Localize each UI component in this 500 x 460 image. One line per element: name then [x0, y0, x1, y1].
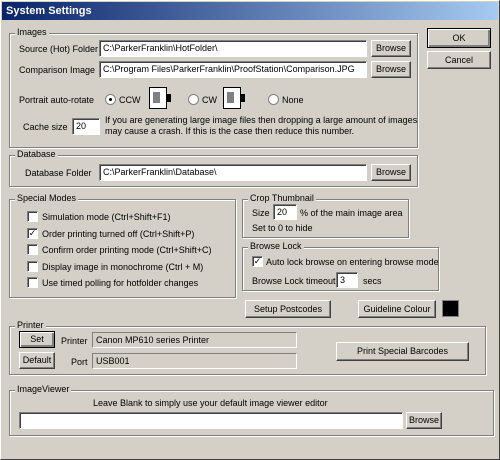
guideline-colour-swatch[interactable]	[442, 300, 459, 317]
order-printing-off-checkbox[interactable]: ✓	[27, 228, 38, 239]
rotate-ccw-label: CCW	[119, 95, 141, 105]
image-viewer-hint: Leave Blank to simply use your default i…	[93, 398, 328, 408]
printer-legend: Printer	[15, 320, 46, 330]
window-title: System Settings	[6, 5, 92, 17]
rotate-ccw-radio[interactable]	[105, 94, 116, 105]
crop-thumbnail-legend: Crop Thumbnail	[248, 193, 316, 203]
special-modes-legend: Special Modes	[15, 193, 79, 203]
system-settings-window: System Settings OK Cancel Images Source …	[0, 0, 500, 460]
database-folder-label: Database Folder	[25, 168, 92, 178]
cache-note-line2: may cause a crash. If this is the case t…	[105, 126, 355, 136]
cache-size-input[interactable]: 20	[72, 118, 100, 135]
browse-lock-timeout-unit: secs	[363, 276, 382, 286]
cache-size-label: Cache size	[23, 122, 68, 132]
simulation-mode-checkbox[interactable]	[27, 211, 38, 222]
auto-lock-checkbox[interactable]: ✓	[252, 256, 263, 267]
database-browse-button[interactable]: Browse	[371, 164, 411, 181]
port-field: USB001	[92, 353, 297, 369]
guideline-colour-button[interactable]: Guideline Colour	[358, 300, 436, 318]
monochrome-checkbox[interactable]	[27, 261, 38, 272]
crop-hint: Set to 0 to hide	[252, 223, 313, 233]
source-folder-input[interactable]: C:\ParkerFranklin\HotFolder\	[99, 40, 367, 57]
browse-lock-legend: Browse Lock	[248, 241, 304, 251]
images-legend: Images	[15, 27, 49, 37]
confirm-order-checkbox[interactable]	[27, 244, 38, 255]
source-folder-label: Source (Hot) Folder	[19, 44, 99, 54]
printer-label: Printer	[61, 336, 88, 346]
database-legend: Database	[15, 149, 58, 159]
title-bar: System Settings	[2, 2, 498, 20]
print-special-barcodes-button[interactable]: Print Special Barcodes	[336, 342, 469, 361]
crop-size-suffix: % of the main image area	[300, 208, 403, 218]
confirm-order-label: Confirm order printing mode (Ctrl+Shift+…	[42, 245, 212, 255]
ok-button[interactable]: OK	[427, 28, 491, 48]
comparison-browse-button[interactable]: Browse	[371, 61, 411, 78]
rotate-none-radio[interactable]	[268, 94, 279, 105]
cancel-button[interactable]: Cancel	[427, 51, 491, 69]
comparison-image-label: Comparison Image	[19, 65, 96, 75]
source-browse-button[interactable]: Browse	[371, 40, 411, 57]
portrait-rotate-label: Portrait auto-rotate	[19, 95, 95, 105]
image-viewer-input[interactable]	[19, 412, 403, 429]
browse-lock-timeout-input[interactable]: 3	[336, 272, 358, 288]
setup-postcodes-button[interactable]: Setup Postcodes	[245, 300, 331, 318]
timed-polling-label: Use timed polling for hotfolder changes	[42, 278, 199, 288]
order-printing-off-label: Order printing turned off (Ctrl+Shift+P)	[42, 229, 195, 239]
simulation-mode-label: Simulation mode (Ctrl+Shift+F1)	[42, 212, 171, 222]
crop-size-input[interactable]: 20	[273, 204, 297, 220]
printer-name-field: Canon MP610 series Printer	[92, 332, 297, 348]
browse-lock-timeout-label: Browse Lock timeout	[252, 276, 336, 286]
database-folder-input[interactable]: C:\ParkerFranklin\Database\	[99, 164, 367, 181]
image-viewer-browse-button[interactable]: Browse	[406, 412, 442, 429]
rotate-ccw-icon	[149, 87, 171, 109]
image-viewer-legend: ImageViewer	[15, 384, 72, 394]
rotate-none-label: None	[282, 95, 304, 105]
rotate-cw-radio[interactable]	[188, 94, 199, 105]
rotate-cw-icon	[223, 87, 245, 109]
cache-note-line1: If you are generating large image files …	[105, 115, 418, 125]
port-label: Port	[71, 357, 88, 367]
set-printer-button[interactable]: Set	[19, 331, 55, 348]
rotate-cw-label: CW	[202, 95, 217, 105]
auto-lock-label: Auto lock browse on entering browse mode	[266, 257, 439, 267]
monochrome-label: Display image in monochrome (Ctrl + M)	[42, 262, 204, 272]
comparison-image-input[interactable]: C:\Program Files\ParkerFranklin\ProofSta…	[99, 61, 367, 78]
timed-polling-checkbox[interactable]	[27, 277, 38, 288]
crop-size-label: Size	[252, 208, 270, 218]
default-printer-button[interactable]: Default	[19, 352, 55, 369]
